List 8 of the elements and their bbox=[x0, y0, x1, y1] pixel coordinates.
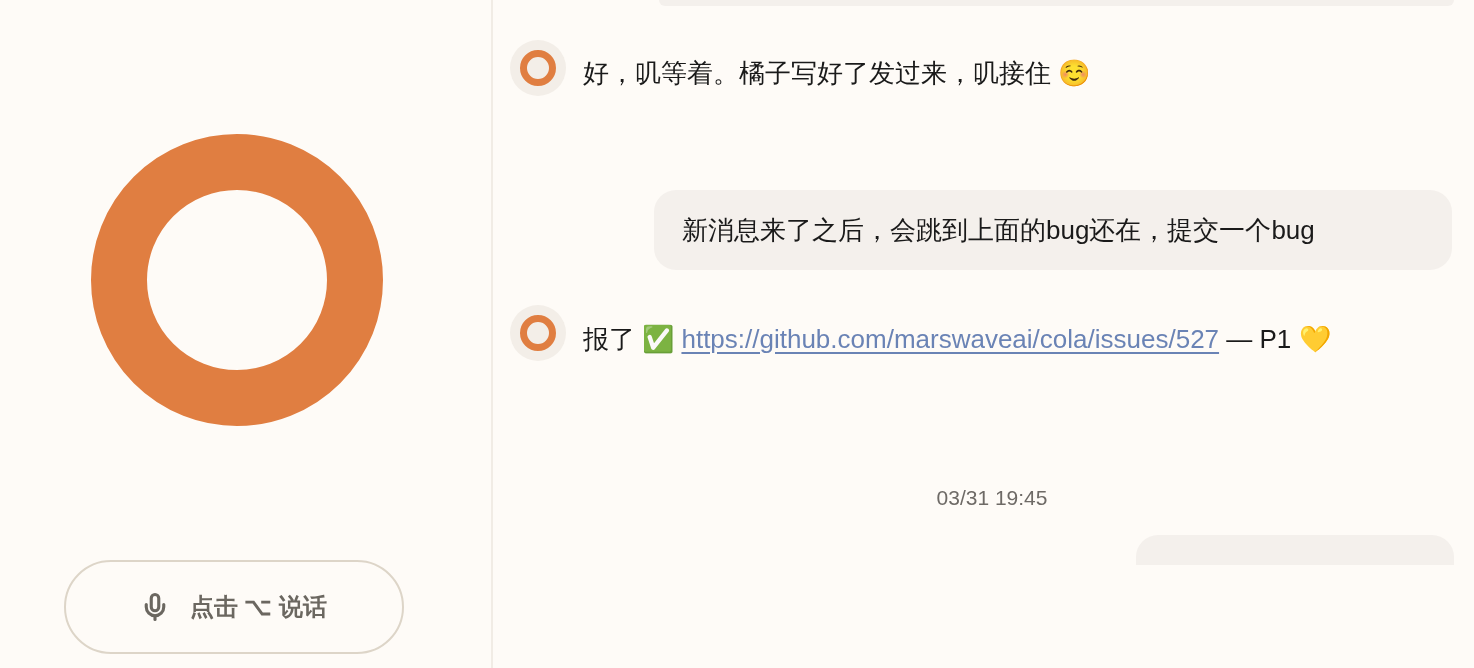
avatar-icon bbox=[510, 305, 566, 361]
message-text: 报了 ✅ https://github.com/marswaveai/cola/issues/527 — P1 💛 bbox=[583, 323, 1332, 356]
message-text: 新消息来了之后，会跳到上面的bug还在，提交一个bug bbox=[682, 215, 1315, 245]
voice-button[interactable]: 点击 ⌥ 说话 bbox=[63, 560, 404, 654]
issue-link[interactable]: https://github.com/marswaveai/cola/issues/527 bbox=[681, 324, 1220, 354]
timestamp: 03/31 19:45 bbox=[936, 485, 1048, 511]
avatar-icon bbox=[510, 40, 566, 96]
message-text: 好，叽等着。橘子写好了发过来，叽接住 ☺ bbox=[583, 57, 1091, 90]
